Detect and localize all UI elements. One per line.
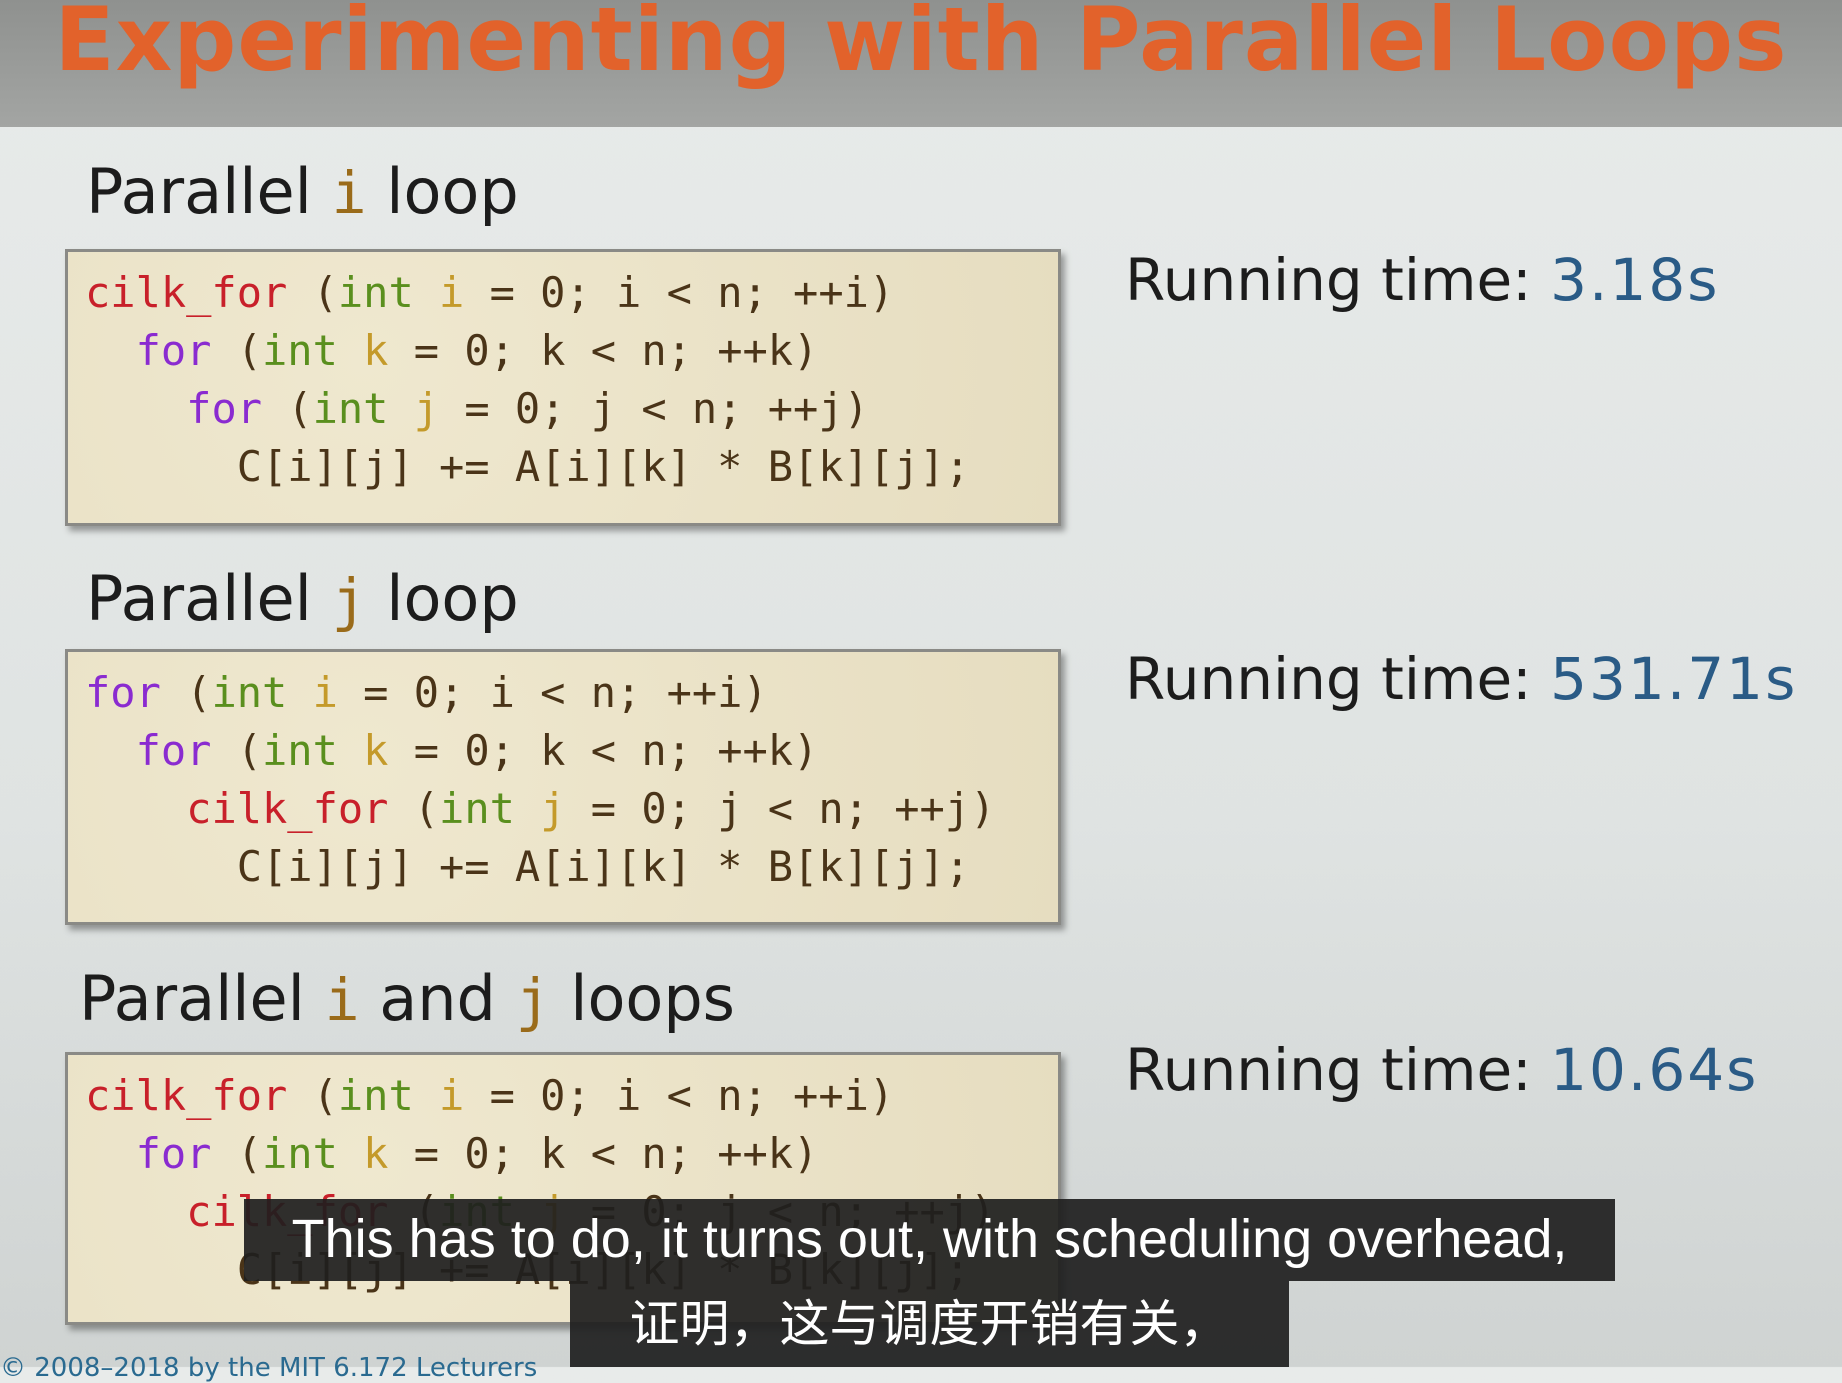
heading-var: i — [324, 966, 360, 1034]
running-time-value: 531.71s — [1550, 645, 1798, 713]
code-token: int — [262, 1129, 338, 1178]
running-time-parallel-j: Running time: 531.71s — [1125, 645, 1797, 713]
code-token: = 0; i < n; ++i) — [337, 668, 768, 717]
slide-title: Experimenting with Parallel Loops — [54, 0, 1788, 91]
code-line: for (int k = 0; k < n; ++k) — [85, 722, 995, 780]
code-line: cilk_for (int j = 0; j < n; ++j) — [85, 780, 995, 838]
heading-text: Parallel — [86, 562, 332, 635]
code-token: C[i][j] += A[i][k] * B[k][j]; — [85, 442, 971, 491]
code-token: i — [312, 668, 338, 717]
running-time-label: Running time: — [1125, 1036, 1551, 1104]
code-token: k — [363, 326, 389, 375]
code-block-parallel-j: for (int i = 0; i < n; ++i) for (int k =… — [65, 649, 1061, 925]
code-token: ( — [287, 268, 338, 317]
code-line: cilk_for (int i = 0; i < n; ++i) — [85, 264, 970, 322]
code-token: for — [135, 1129, 212, 1178]
heading-parallel-i-and-j: Parallel i and j loops — [79, 962, 735, 1035]
code-token: ( — [211, 726, 263, 775]
heading-var: i — [331, 159, 367, 227]
code-line: C[i][j] += A[i][k] * B[k][j]; — [85, 438, 970, 496]
code-block-parallel-i: cilk_for (int i = 0; i < n; ++i) for (in… — [65, 249, 1061, 526]
code-token: ( — [287, 1071, 338, 1120]
code-token: int — [262, 726, 338, 775]
code-token: for — [186, 384, 263, 433]
code-token: i — [439, 1071, 465, 1120]
code-token: = 0; i < n; ++i) — [464, 1071, 895, 1120]
code-token: = 0; k < n; ++k) — [388, 726, 819, 775]
code-listing: for (int i = 0; i < n; ++i) for (int k =… — [85, 664, 995, 896]
code-listing: cilk_for (int i = 0; i < n; ++i) for (in… — [85, 264, 970, 496]
heading-text: loop — [366, 155, 519, 228]
running-time-value: 3.18s — [1550, 246, 1720, 314]
code-token: k — [363, 1129, 389, 1178]
subtitle-line-english: This has to do, it turns out, with sched… — [244, 1199, 1615, 1281]
running-time-parallel-i-and-j: Running time: 10.64s — [1125, 1036, 1758, 1104]
code-token: = 0; i < n; ++i) — [464, 268, 895, 317]
heading-text: Parallel — [79, 962, 325, 1035]
code-token: = 0; j < n; ++j) — [565, 784, 996, 833]
code-token: int — [439, 784, 515, 833]
code-token: int — [337, 268, 414, 317]
code-token: for — [135, 326, 212, 375]
code-token: cilk_for — [85, 1071, 288, 1120]
code-line: cilk_for (int i = 0; i < n; ++i) — [85, 1067, 995, 1125]
heading-text: Parallel — [86, 155, 332, 228]
heading-var: j — [331, 566, 367, 634]
title-bar: Experimenting with Parallel Loops — [0, 0, 1842, 127]
code-token: C[i][j] += A[i][k] * B[k][j]; — [85, 842, 971, 891]
code-token: ( — [211, 1129, 263, 1178]
code-token: int — [262, 326, 338, 375]
heading-text: loop — [366, 562, 519, 635]
heading-text: and — [359, 962, 516, 1035]
running-time-parallel-i: Running time: 3.18s — [1125, 246, 1719, 314]
heading-var: j — [515, 966, 551, 1034]
code-token: int — [312, 384, 389, 433]
code-token: k — [363, 726, 389, 775]
copyright-footer: © 2008–2018 by the MIT 6.172 Lecturers — [0, 1353, 538, 1383]
code-token: ( — [160, 668, 212, 717]
code-token: int — [211, 668, 288, 717]
code-line: for (int j = 0; j < n; ++j) — [85, 380, 970, 438]
subtitle-line-chinese: 证明，这与调度开销有关， — [570, 1281, 1289, 1367]
code-line: for (int k = 0; k < n; ++k) — [85, 322, 970, 380]
code-token: = 0; k < n; ++k) — [388, 1129, 819, 1178]
heading-parallel-i: Parallel i loop — [86, 155, 519, 228]
code-token: int — [337, 1071, 414, 1120]
code-token: cilk_for — [186, 784, 389, 833]
code-token: cilk_for — [85, 268, 288, 317]
heading-text: loops — [550, 962, 735, 1035]
code-token: j — [540, 784, 566, 833]
code-token: ( — [262, 384, 313, 433]
heading-parallel-j: Parallel j loop — [86, 562, 519, 635]
code-token: ( — [211, 326, 263, 375]
code-line: for (int i = 0; i < n; ++i) — [85, 664, 995, 722]
code-line: for (int k = 0; k < n; ++k) — [85, 1125, 995, 1183]
running-time-value: 10.64s — [1550, 1036, 1759, 1104]
code-token: for — [135, 726, 212, 775]
code-token: = 0; k < n; ++k) — [388, 326, 819, 375]
running-time-label: Running time: — [1125, 246, 1551, 314]
code-token: j — [413, 384, 440, 433]
code-line: C[i][j] += A[i][k] * B[k][j]; — [85, 838, 995, 896]
code-token: ( — [388, 784, 440, 833]
running-time-label: Running time: — [1125, 645, 1551, 713]
code-token: i — [439, 268, 465, 317]
code-token: for — [85, 668, 161, 717]
code-token: = 0; j < n; ++j) — [439, 384, 869, 433]
